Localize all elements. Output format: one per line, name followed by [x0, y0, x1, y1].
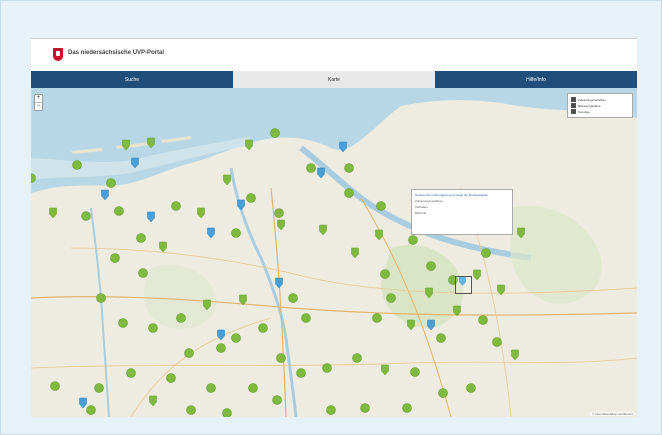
- project-marker-green[interactable]: [222, 408, 232, 418]
- project-marker-green[interactable]: [466, 383, 476, 393]
- layer-item[interactable]: Sonstige: [571, 109, 629, 114]
- project-marker-green[interactable]: [322, 363, 332, 373]
- project-marker-green[interactable]: [246, 193, 256, 203]
- popup-line: Behörde: [415, 211, 427, 215]
- project-marker-green[interactable]: [344, 188, 354, 198]
- project-marker-green[interactable]: [148, 323, 158, 333]
- project-marker-green[interactable]: [296, 368, 306, 378]
- project-marker-green[interactable]: [276, 353, 286, 363]
- project-marker-green[interactable]: [380, 269, 390, 279]
- project-marker-green[interactable]: [326, 405, 336, 415]
- project-marker-green[interactable]: [231, 228, 241, 238]
- tab-suche[interactable]: Suche: [31, 71, 233, 88]
- project-marker-green[interactable]: [360, 403, 370, 413]
- project-marker-green[interactable]: [138, 268, 148, 278]
- map-canvas[interactable]: [31, 88, 637, 417]
- layer-label: Sonstige: [578, 109, 590, 114]
- project-marker-green[interactable]: [206, 383, 216, 393]
- layer-switcher: Zulassungsverfahren Bebauungspläne Sonst…: [567, 93, 633, 118]
- zoom-out-button[interactable]: −: [35, 102, 42, 110]
- project-marker-green[interactable]: [110, 253, 120, 263]
- project-marker-green[interactable]: [306, 163, 316, 173]
- project-marker-green[interactable]: [481, 248, 491, 258]
- tab-karte[interactable]: Karte: [233, 71, 435, 88]
- project-marker-green[interactable]: [376, 201, 386, 211]
- project-marker-green[interactable]: [94, 383, 104, 393]
- project-marker-green[interactable]: [126, 368, 136, 378]
- checkbox-icon[interactable]: [571, 103, 576, 108]
- screenshot-frame: Das niedersächsische UVP-Portal Suche Ka…: [0, 0, 662, 435]
- project-marker-green[interactable]: [426, 261, 436, 271]
- lower-saxony-logo: [53, 48, 63, 61]
- layer-item[interactable]: Zulassungsverfahren: [571, 97, 629, 102]
- popup-line: Zulassungsverfahren: [415, 199, 444, 203]
- project-marker-green[interactable]: [478, 315, 488, 325]
- layer-label: Bebauungspläne: [578, 103, 601, 108]
- project-marker-green[interactable]: [106, 178, 116, 188]
- popup-title[interactable]: Neubau der Ortsumgehung im Zuge der Bund…: [415, 193, 509, 197]
- project-marker-green[interactable]: [436, 333, 446, 343]
- project-marker-green[interactable]: [402, 403, 412, 413]
- project-marker-green[interactable]: [248, 383, 258, 393]
- layer-item[interactable]: Bebauungspläne: [571, 103, 629, 108]
- selected-marker-highlight[interactable]: [455, 276, 472, 294]
- portal-header: Das niedersächsische UVP-Portal: [31, 39, 637, 71]
- project-marker-green[interactable]: [166, 373, 176, 383]
- map-view[interactable]: + − Zulassungsverfahren Bebauungspläne S…: [31, 88, 637, 417]
- project-marker-green[interactable]: [438, 388, 448, 398]
- project-marker-green[interactable]: [81, 211, 91, 221]
- project-marker-green[interactable]: [258, 323, 268, 333]
- project-marker-green[interactable]: [50, 381, 60, 391]
- project-marker-green[interactable]: [288, 293, 298, 303]
- map-attribution: © OpenStreetMap contributors: [590, 412, 635, 416]
- project-marker-green[interactable]: [301, 313, 311, 323]
- project-marker-green[interactable]: [114, 206, 124, 216]
- zoom-control: + −: [34, 94, 43, 111]
- project-marker-green[interactable]: [274, 208, 284, 218]
- project-marker-green[interactable]: [86, 405, 96, 415]
- project-marker-green[interactable]: [352, 353, 362, 363]
- popup-line: Vorhaben: [415, 205, 428, 209]
- tab-hilfe[interactable]: Hilfe/Info: [435, 71, 637, 88]
- project-marker-green[interactable]: [184, 348, 194, 358]
- project-marker-green[interactable]: [216, 343, 226, 353]
- project-marker-green[interactable]: [231, 333, 241, 343]
- project-marker-green[interactable]: [372, 313, 382, 323]
- project-marker-green[interactable]: [492, 337, 502, 347]
- layer-label: Zulassungsverfahren: [578, 97, 607, 102]
- project-marker-green[interactable]: [171, 201, 181, 211]
- checkbox-icon[interactable]: [571, 109, 576, 114]
- zoom-in-button[interactable]: +: [35, 95, 42, 102]
- project-popup: Neubau der Ortsumgehung im Zuge der Bund…: [411, 189, 513, 235]
- project-marker-green[interactable]: [96, 293, 106, 303]
- project-marker-green[interactable]: [344, 163, 354, 173]
- project-marker-green[interactable]: [410, 367, 420, 377]
- checkbox-icon[interactable]: [571, 97, 576, 102]
- project-marker-green[interactable]: [186, 405, 196, 415]
- project-marker-green[interactable]: [408, 235, 418, 245]
- browser-window: Das niedersächsische UVP-Portal Suche Ka…: [31, 38, 637, 417]
- project-marker-green[interactable]: [136, 233, 146, 243]
- main-nav: Suche Karte Hilfe/Info: [31, 71, 637, 88]
- portal-title: Das niedersächsische UVP-Portal: [68, 50, 165, 56]
- project-marker-green[interactable]: [272, 395, 282, 405]
- project-marker-green[interactable]: [270, 128, 280, 138]
- project-marker-green[interactable]: [118, 318, 128, 328]
- project-marker-green[interactable]: [386, 293, 396, 303]
- project-marker-green[interactable]: [72, 160, 82, 170]
- project-marker-green[interactable]: [176, 313, 186, 323]
